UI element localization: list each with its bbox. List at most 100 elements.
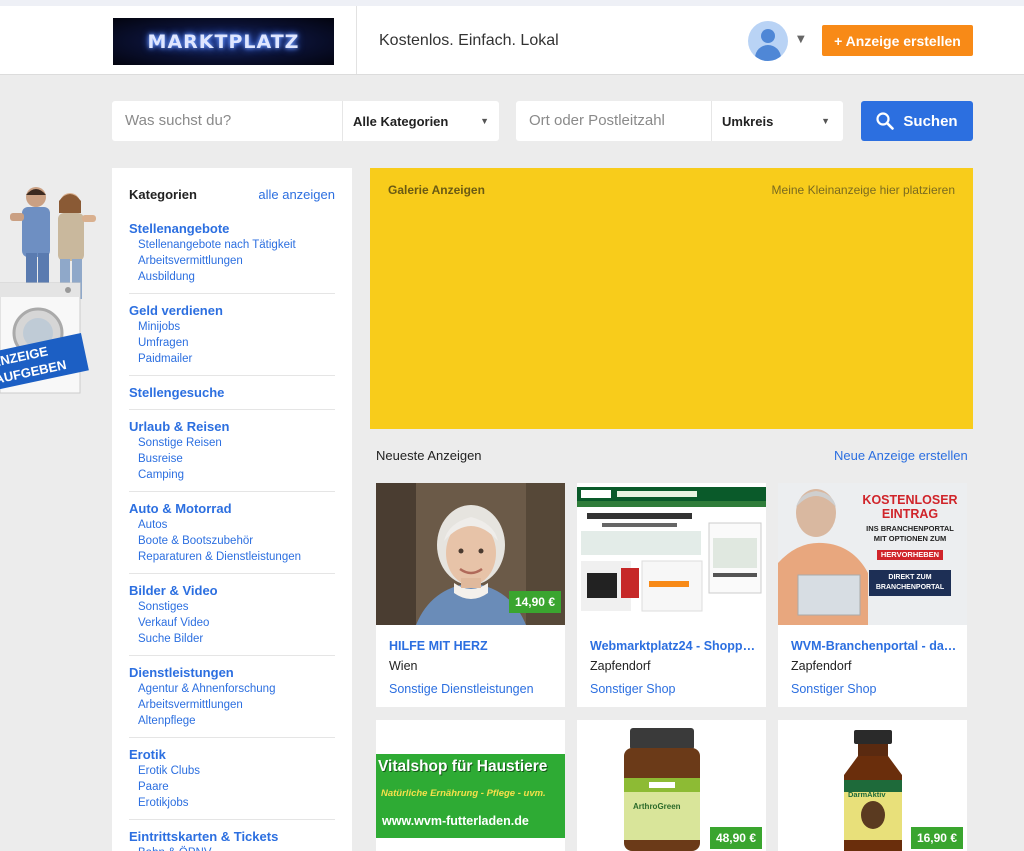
category-group: Eintrittskarten & TicketsBahn & ÖPNV: [129, 828, 335, 851]
ad-image[interactable]: DarmAktiv 16,90 €: [778, 720, 967, 851]
branchen-line-3: INS BRANCHENPORTAL: [866, 524, 954, 533]
category-select[interactable]: Alle Kategorien ▼: [353, 101, 489, 141]
category-title[interactable]: Stellengesuche: [129, 384, 335, 401]
category-group: Dienstleistungen Agentur & Ahnenforschung…: [129, 664, 335, 729]
category-title[interactable]: Auto & Motorrad: [129, 500, 335, 517]
branchen-headline-2: EINTRAG: [881, 507, 939, 521]
category-divider: [129, 737, 335, 738]
subcategory-link[interactable]: Bahn & ÖPNV: [129, 845, 335, 851]
category-group: Geld verdienen Minijobs Umfragen Paidmailer: [129, 302, 335, 367]
category-sidebar: Kategorien alle anzeigen Stellenangebote…: [112, 168, 352, 851]
ad-image[interactable]: ArthroGreen 48,90 €: [577, 720, 766, 851]
ad-image[interactable]: KOSTENLOSER EINTRAG INS BRANCHENPORTAL M…: [778, 483, 967, 625]
subcategory-link[interactable]: Sonstige Reisen: [129, 435, 335, 451]
chevron-down-icon[interactable]: ▼: [797, 34, 805, 45]
ad-card[interactable]: DarmAktiv 16,90 €: [778, 720, 967, 851]
ad-card[interactable]: Webmarktplatz24 - Shoppingportal Zapfend…: [577, 483, 766, 707]
promo-banner[interactable]: ANZEIGE AUFGEBEN: [0, 183, 100, 398]
ad-title[interactable]: HILFE MIT HERZ: [389, 639, 555, 653]
subcategory-link[interactable]: Stellenangebote nach Tätigkeit: [129, 237, 335, 253]
place-ad-link[interactable]: Meine Kleinanzeige hier platzieren: [772, 183, 955, 197]
subcategory-link[interactable]: Arbeitsvermittlungen: [129, 253, 335, 269]
chevron-down-icon: ▼: [821, 116, 830, 126]
ad-card[interactable]: ArthroGreen 48,90 €: [577, 720, 766, 851]
location-input[interactable]: Ort oder Postleitzahl: [529, 112, 665, 129]
ad-location: Wien: [389, 659, 418, 673]
subcategory-link[interactable]: Minijobs: [129, 319, 335, 335]
subcategory-link[interactable]: Arbeitsvermittlungen: [129, 697, 335, 713]
ad-title[interactable]: WVM-Branchenportal - das Portal: [791, 639, 957, 653]
user-avatar-icon[interactable]: [748, 21, 788, 61]
subcategory-link[interactable]: Erotikjobs: [129, 795, 335, 811]
category-divider: [129, 573, 335, 574]
category-group: Auto & Motorrad Autos Boote & Bootszubehör…: [129, 500, 335, 565]
category-title[interactable]: Stellenangebote: [129, 220, 335, 237]
subcategory-link[interactable]: Suche Bilder: [129, 631, 335, 647]
category-select-value: Alle Kategorien: [353, 113, 449, 129]
branchen-headline-1: KOSTENLOSER: [862, 493, 958, 507]
header-divider: [356, 6, 357, 74]
branchen-line-4: MIT OPTIONEN ZUM: [873, 534, 947, 543]
create-ad-button[interactable]: + Anzeige erstellen: [822, 25, 973, 56]
search-divider: [342, 101, 343, 141]
subcategory-link[interactable]: Busreise: [129, 451, 335, 467]
vitalshop-line2: Natürliche Ernährung - Pflege - uvm.: [381, 788, 546, 799]
tagline: Kostenlos. Einfach. Lokal: [379, 32, 559, 49]
marktplatz-logo[interactable]: MARKTPLATZ: [113, 18, 334, 65]
ad-category[interactable]: Sonstiger Shop: [791, 682, 876, 696]
category-title[interactable]: Geld verdienen: [129, 302, 335, 319]
gallery-title: Galerie Anzeigen: [388, 183, 485, 197]
branchen-cta-line2: BRANCHENPORTAL: [875, 584, 945, 591]
branchen-highlight: HERVORHEBEN: [876, 550, 944, 560]
category-group: Erotik Erotik Clubs Paare Erotikjobs: [129, 746, 335, 811]
logo-text: MARKTPLATZ: [147, 30, 300, 53]
radius-select[interactable]: Umkreis ▼: [722, 101, 830, 141]
category-title[interactable]: Dienstleistungen: [129, 664, 335, 681]
subcategory-link[interactable]: Camping: [129, 467, 335, 483]
ad-location: Zapfendorf: [590, 659, 651, 673]
search-input[interactable]: Was suchst du?: [125, 112, 231, 129]
ad-category[interactable]: Sonstiger Shop: [590, 682, 675, 696]
category-group: Stellenangebote Stellenangebote nach Täti…: [129, 220, 335, 285]
ad-card[interactable]: KOSTENLOSER EINTRAG INS BRANCHENPORTAL M…: [778, 483, 967, 707]
subcategory-link[interactable]: Altenpflege: [129, 713, 335, 729]
subcategory-link[interactable]: Paidmailer: [129, 351, 335, 367]
subcategory-link[interactable]: Agentur & Ahnenforschung: [129, 681, 335, 697]
category-divider: [129, 375, 335, 376]
subcategory-link[interactable]: Umfragen: [129, 335, 335, 351]
subcategory-link[interactable]: Verkauf Video: [129, 615, 335, 631]
category-divider: [129, 293, 335, 294]
new-ad-link[interactable]: Neue Anzeige erstellen: [834, 448, 968, 463]
category-title[interactable]: Urlaub & Reisen: [129, 418, 335, 435]
ad-image[interactable]: 14,90 €: [376, 483, 565, 625]
ad-card[interactable]: Vitalshop für Haustiere Natürliche Ernäh…: [376, 720, 565, 851]
subcategory-link[interactable]: Boote & Bootszubehör: [129, 533, 335, 549]
sidebar-heading: Kategorien: [129, 187, 197, 202]
ad-image[interactable]: [577, 483, 766, 625]
category-title[interactable]: Bilder & Video: [129, 582, 335, 599]
location-divider: [711, 101, 712, 141]
subcategory-link[interactable]: Autos: [129, 517, 335, 533]
ad-title[interactable]: Webmarktplatz24 - Shoppingportal: [590, 639, 756, 653]
vitalshop-line1: Vitalshop für Haustiere: [378, 758, 548, 775]
chevron-down-icon: ▼: [480, 116, 489, 126]
ad-category[interactable]: Sonstige Dienstleistungen: [389, 682, 534, 696]
subcategory-link[interactable]: Sonstiges: [129, 599, 335, 615]
category-divider: [129, 655, 335, 656]
category-title[interactable]: Eintrittskarten & Tickets: [129, 828, 335, 845]
ad-image[interactable]: Vitalshop für Haustiere Natürliche Ernäh…: [376, 720, 565, 851]
gallery-section: Galerie Anzeigen Meine Kleinanzeige hier…: [370, 168, 973, 429]
subcategory-link[interactable]: Erotik Clubs: [129, 763, 335, 779]
subcategory-link[interactable]: Reparaturen & Dienstleistungen: [129, 549, 335, 565]
ad-card[interactable]: 14,90 € HILFE MIT HERZ Wien Sonstige Die…: [376, 483, 565, 707]
subcategory-link[interactable]: Ausbildung: [129, 269, 335, 285]
location-bar: Ort oder Postleitzahl Umkreis ▼: [516, 101, 843, 141]
category-title[interactable]: Erotik: [129, 746, 335, 763]
category-group: Bilder & Video Sonstiges Verkauf Video Such…: [129, 582, 335, 647]
ad-price: 48,90 €: [709, 827, 762, 849]
search-bar: Was suchst du? Alle Kategorien ▼: [112, 101, 499, 141]
search-button[interactable]: Suchen: [861, 101, 973, 141]
subcategory-link[interactable]: Paare: [129, 779, 335, 795]
category-group: Stellengesuche: [129, 384, 335, 401]
show-all-categories-link[interactable]: alle anzeigen: [258, 187, 335, 202]
